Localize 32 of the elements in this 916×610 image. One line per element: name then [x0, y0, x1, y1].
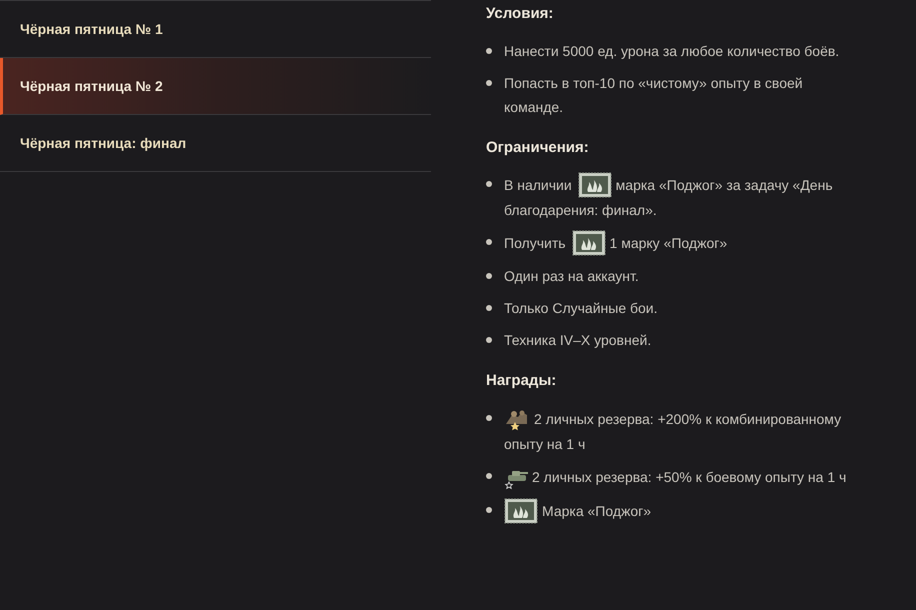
bullet: [486, 506, 492, 512]
condition-text: Попасть в топ-10 по «чистому» опыту в своей команде.: [504, 74, 804, 117]
section-heading: Условия:: [486, 4, 554, 24]
bullet: [486, 239, 492, 245]
condition-text: благодарения: финал».: [504, 201, 657, 220]
bullet: [486, 48, 492, 54]
condition-text: В наличии: [504, 176, 572, 195]
condition-text: Нанести 5000 ед. урона за любое количество боёв.: [504, 42, 840, 61]
condition-text: Один раз на аккаунт.: [504, 267, 640, 286]
condition-text: 2 личных резерва: +200% к комбинированному: [534, 410, 842, 429]
task-tab[interactable]: Чёрная пятница: финал: [0, 115, 431, 172]
condition-text: Марка «Поджог»: [542, 502, 652, 521]
bullet: [486, 337, 492, 343]
bullet: [486, 80, 492, 86]
condition-text: Получить: [504, 234, 566, 253]
flame-stamp-icon: [578, 172, 612, 198]
condition-text: Техника IV–X уровней.: [504, 331, 652, 350]
condition-text: 2 личных резерва: +50% к боевому опыту на 1 ч: [532, 468, 846, 487]
condition-text: 1 марку «Поджог»: [610, 234, 728, 253]
condition-text: опыту на 1 ч: [504, 434, 586, 454]
condition-text: марка «Поджог» за задачу «День: [616, 176, 833, 195]
bullet: [486, 414, 492, 420]
section-heading: Ограничения:: [486, 138, 590, 158]
bullet: [486, 472, 492, 478]
bullet: [486, 305, 492, 311]
flame-stamp-icon: [504, 498, 538, 524]
section-heading: Награды:: [486, 371, 558, 391]
condition-text: Только Случайные бои.: [504, 299, 659, 318]
flame-stamp-icon: [572, 230, 606, 256]
task-tab[interactable]: Чёрная пятница № 2: [0, 58, 431, 115]
bullet: [486, 273, 492, 279]
bullet: [486, 181, 492, 187]
